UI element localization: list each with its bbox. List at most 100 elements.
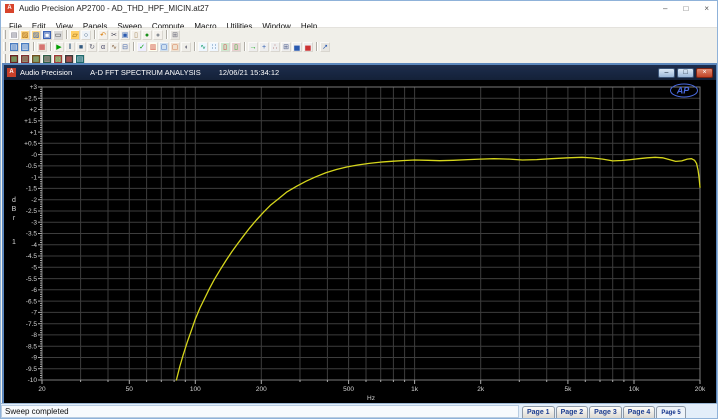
sweep-panel-icon[interactable]: ▦ — [64, 54, 74, 64]
bar-graph-blue-icon[interactable]: ▅ — [292, 42, 302, 52]
graph-data-icon[interactable]: ▥ — [148, 42, 158, 52]
toolbar-grip[interactable] — [3, 42, 6, 51]
graph-close-icon[interactable]: × — [696, 68, 713, 78]
copy-icon[interactable]: ▣ — [120, 30, 130, 40]
analog-generator-panel-icon[interactable]: ▦ — [9, 54, 19, 64]
spectrum-chart: +3+2.5+2+1.5+1+0.5-0-0.5-1-1.5-2-2.5-3-3… — [4, 80, 716, 405]
undo-icon[interactable]: ↶ — [98, 30, 108, 40]
window-title: Audio Precision AP2700 - AD_THD_HPF_MICI… — [19, 4, 663, 13]
tab-page-3[interactable]: Page 3 — [589, 406, 622, 418]
grid-horizontal — [42, 87, 700, 380]
panels-page-icon[interactable]: ▤ — [9, 42, 19, 52]
svg-text:50: 50 — [126, 386, 134, 393]
svg-text:B: B — [12, 206, 17, 213]
graph-maximize-icon[interactable]: □ — [677, 68, 694, 78]
minimize-icon[interactable]: – — [663, 4, 667, 14]
graph-ok-icon[interactable]: ✓ — [137, 42, 147, 52]
open-folder-icon[interactable]: ▱ — [70, 30, 80, 40]
limit-lower-icon[interactable]: ▯ — [231, 42, 241, 52]
svg-text:100: 100 — [190, 386, 201, 393]
svg-text:-9.5: -9.5 — [26, 366, 38, 373]
app-window: A Audio Precision AP2700 - AD_THD_HPF_MI… — [0, 0, 718, 419]
monitor-b-icon[interactable]: ▢ — [170, 42, 180, 52]
title-bar: A Audio Precision AP2700 - AD_THD_HPF_MI… — [1, 1, 717, 16]
svg-text:-9: -9 — [31, 355, 37, 362]
bargraph-panel-icon[interactable]: ▤ — [75, 54, 85, 64]
nodes-icon[interactable]: ∴ — [270, 42, 280, 52]
limit-upper-icon[interactable]: ▯ — [220, 42, 230, 52]
graph-window-title-bar[interactable]: A Audio Precision A-D FFT SPECTRUM ANALY… — [4, 65, 716, 80]
toolbar-grip[interactable] — [3, 54, 6, 63]
graph-minimize-icon[interactable]: – — [658, 68, 675, 78]
svg-text:-7: -7 — [31, 310, 37, 317]
new-test-icon[interactable]: ▤ — [9, 30, 19, 40]
go-icon[interactable]: ● — [142, 30, 152, 40]
sweep-stop-icon[interactable]: ■ — [76, 42, 86, 52]
sweep-table-icon[interactable]: ⊟ — [120, 42, 130, 52]
cut-icon[interactable]: ✂ — [109, 30, 119, 40]
digital-analyzer-panel-icon[interactable]: ▥ — [42, 54, 52, 64]
svg-text:-2: -2 — [31, 197, 37, 204]
toolbar-row-1: ▤▨▨▣▭▱○↶✂▣▯●●⊞ — [2, 29, 717, 40]
toolbar-separator — [316, 42, 318, 51]
status-message: Sweep completed — [1, 405, 519, 418]
regulation-icon[interactable]: α — [98, 42, 108, 52]
svg-text:-1: -1 — [31, 174, 37, 181]
append-test-icon[interactable]: ▨ — [31, 30, 41, 40]
toolbar-grip[interactable] — [3, 30, 6, 39]
graph-window-doc-title: A-D FFT SPECTRUM ANALYSIS — [90, 68, 201, 77]
graph-trace-icon[interactable]: ∿ — [198, 42, 208, 52]
speaker-icon[interactable]: ◖ — [181, 42, 191, 52]
monitor-a-icon[interactable]: ▢ — [159, 42, 169, 52]
print-icon[interactable]: ▭ — [53, 30, 63, 40]
halt-icon[interactable]: ● — [153, 30, 163, 40]
graph-window-icon: A — [7, 68, 16, 77]
sweep-start-icon[interactable]: ▶ — [54, 42, 64, 52]
tab-page-1[interactable]: Page 1 — [522, 406, 555, 418]
x-axis-ticks — [42, 380, 700, 384]
toolbar-separator — [194, 42, 196, 51]
toolbar-separator — [244, 42, 246, 51]
export-icon[interactable]: ↗ — [320, 42, 330, 52]
panel-layout-icon[interactable]: ⊞ — [170, 30, 180, 40]
sweep-pause-icon[interactable]: ‖ — [65, 42, 75, 52]
y-axis-title: dBr1 — [12, 197, 17, 246]
data-editor-icon[interactable]: ⊞ — [281, 42, 291, 52]
svg-text:d: d — [12, 197, 16, 204]
ap-logo: AP — [671, 84, 698, 97]
toolbar-separator — [166, 30, 168, 39]
scatter-icon[interactable]: ∷ — [209, 42, 219, 52]
color-settings-icon[interactable]: ▦ — [37, 42, 47, 52]
close-icon[interactable]: × — [704, 4, 709, 14]
toolbar-separator — [66, 30, 68, 39]
tab-page-4[interactable]: Page 4 — [623, 406, 656, 418]
svg-text:10k: 10k — [629, 386, 640, 393]
insert-icon[interactable]: + — [259, 42, 269, 52]
svg-text:200: 200 — [256, 386, 267, 393]
toolbar-separator — [94, 30, 96, 39]
digital-generator-panel-icon[interactable]: ▦ — [31, 54, 41, 64]
sweep-repeat-icon[interactable]: ↻ — [87, 42, 97, 52]
svg-text:1k: 1k — [411, 386, 419, 393]
svg-text:500: 500 — [343, 386, 354, 393]
svg-text:+1: +1 — [30, 129, 38, 136]
paste-icon[interactable]: ▯ — [131, 30, 141, 40]
dio-panel-icon[interactable]: ▩ — [53, 54, 63, 64]
save-test-icon[interactable]: ▣ — [42, 30, 52, 40]
svg-text:-5: -5 — [31, 265, 37, 272]
settling-icon[interactable]: ∿ — [109, 42, 119, 52]
goto-icon[interactable]: → — [248, 42, 258, 52]
bar-graph-red-icon[interactable]: ▅ — [303, 42, 313, 52]
tab-page-2[interactable]: Page 2 — [556, 406, 589, 418]
maximize-icon[interactable]: □ — [683, 4, 688, 14]
analog-analyzer-panel-icon[interactable]: ▥ — [20, 54, 30, 64]
panels-page2-icon[interactable]: ▥ — [20, 42, 30, 52]
svg-text:-4: -4 — [31, 242, 37, 249]
svg-text:-4.5: -4.5 — [26, 253, 38, 260]
tab-page-5[interactable]: Page 5 — [656, 406, 685, 418]
toolbar-separator — [133, 42, 135, 51]
svg-text:-6.5: -6.5 — [26, 298, 38, 305]
open-test-icon[interactable]: ▨ — [20, 30, 30, 40]
svg-text:1: 1 — [12, 239, 16, 246]
find-icon[interactable]: ○ — [81, 30, 91, 40]
